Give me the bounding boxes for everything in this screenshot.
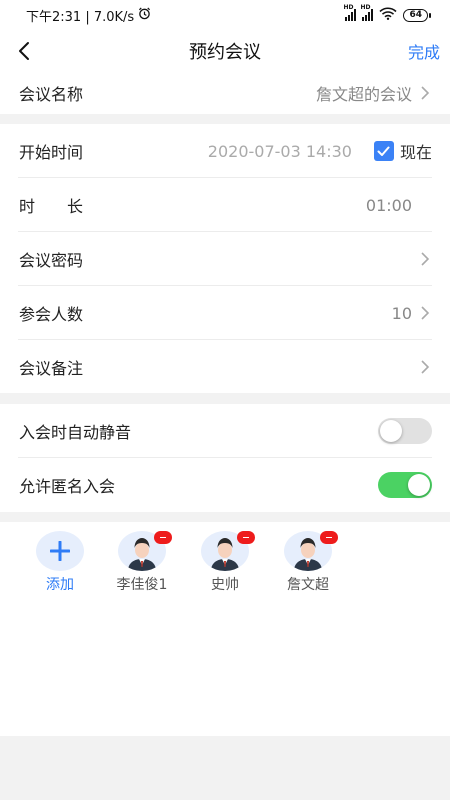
battery-icon: 64 [403,8,431,22]
start-time-value-group: 2020-07-03 14:30 现在 [208,139,432,163]
plus-icon [50,541,70,561]
signal-icon: HD [360,4,374,21]
check-icon [377,146,390,156]
remove-member-button[interactable] [320,531,338,544]
chevron-right-icon [421,86,430,100]
member-item: 詹文超 [273,531,343,593]
done-button[interactable]: 完成 [408,39,440,63]
duration-value-group: 01:00 [366,196,412,215]
status-right: HD HD 64 [343,4,431,24]
start-time-label: 开始时间 [19,143,84,162]
meeting-name-value: 詹文超的会议 [315,85,412,104]
password-value-group [418,251,432,267]
remove-member-button[interactable] [154,531,172,544]
nav-bar: 预约会议 完成 [0,30,450,72]
allow-anonymous-row: 允许匿名入会 [0,458,450,512]
meeting-name-row[interactable]: 会议名称 詹文超的会议 [0,72,450,114]
start-time-row[interactable]: 开始时间 2020-07-03 14:30 现在 [0,124,450,178]
duration-label: 时 长 [19,197,84,216]
back-button[interactable] [10,36,38,66]
member-name: 李佳俊1 [116,577,168,593]
auto-mute-toggle[interactable] [378,418,432,444]
member-name: 詹文超 [287,577,329,593]
allow-anonymous-toggle[interactable] [378,472,432,498]
meeting-name-card: 会议名称 詹文超的会议 [0,72,450,114]
add-member-item[interactable]: 添加 [25,531,95,593]
chevron-right-icon [421,252,430,266]
password-label: 会议密码 [19,251,84,270]
page-title: 预约会议 [189,42,261,63]
attendees-count-value: 10 [391,303,412,323]
member-item: 史帅 [190,531,260,593]
add-member-button[interactable] [36,531,84,571]
add-member-label: 添加 [46,577,74,593]
attendees-count-value-group: 10 [392,304,432,323]
auto-mute-row: 入会时自动静音 [0,404,450,458]
toggle-knob [408,474,430,496]
now-label: 现在 [399,143,432,162]
toggles-card: 入会时自动静音 允许匿名入会 [0,404,450,512]
toggle-knob [380,420,402,442]
attendees-count-row[interactable]: 参会人数 10 [0,286,450,340]
member-item: 李佳俊1 [107,531,177,593]
back-arrow-icon [19,42,29,60]
alarm-icon [138,7,151,24]
status-time-speed: 下午2:31 | 7.0K/s [26,9,135,25]
attendees-count-label: 参会人数 [19,305,84,324]
auto-mute-toggle-group [378,418,432,444]
notes-value-group [418,359,432,375]
password-row[interactable]: 会议密码 [0,232,450,286]
chevron-right-icon [421,360,430,374]
status-bar: 下午2:31 | 7.0K/s HD HD 64 [0,0,450,30]
allow-anonymous-toggle-group [378,472,432,498]
wifi-icon [379,7,398,24]
signal-icon: HD [343,4,357,21]
start-time-value: 2020-07-03 14:30 [207,141,352,161]
meeting-details-card: 开始时间 2020-07-03 14:30 现在 时 长 01:00 会议密码 … [0,124,450,393]
duration-row[interactable]: 时 长 01:00 [0,178,450,232]
now-checkbox[interactable] [373,141,394,161]
meeting-name-value-group: 詹文超的会议 [316,81,432,105]
allow-anonymous-label: 允许匿名入会 [19,477,116,496]
notes-row[interactable]: 会议备注 [0,340,450,394]
notes-label: 会议备注 [19,359,84,378]
remove-member-button[interactable] [237,531,255,544]
auto-mute-label: 入会时自动静音 [19,423,132,442]
chevron-right-icon [421,306,430,320]
duration-value: 01:00 [365,195,412,215]
meeting-name-label: 会议名称 [19,85,84,104]
member-name: 史帅 [211,577,239,593]
status-left: 下午2:31 | 7.0K/s [26,6,151,25]
